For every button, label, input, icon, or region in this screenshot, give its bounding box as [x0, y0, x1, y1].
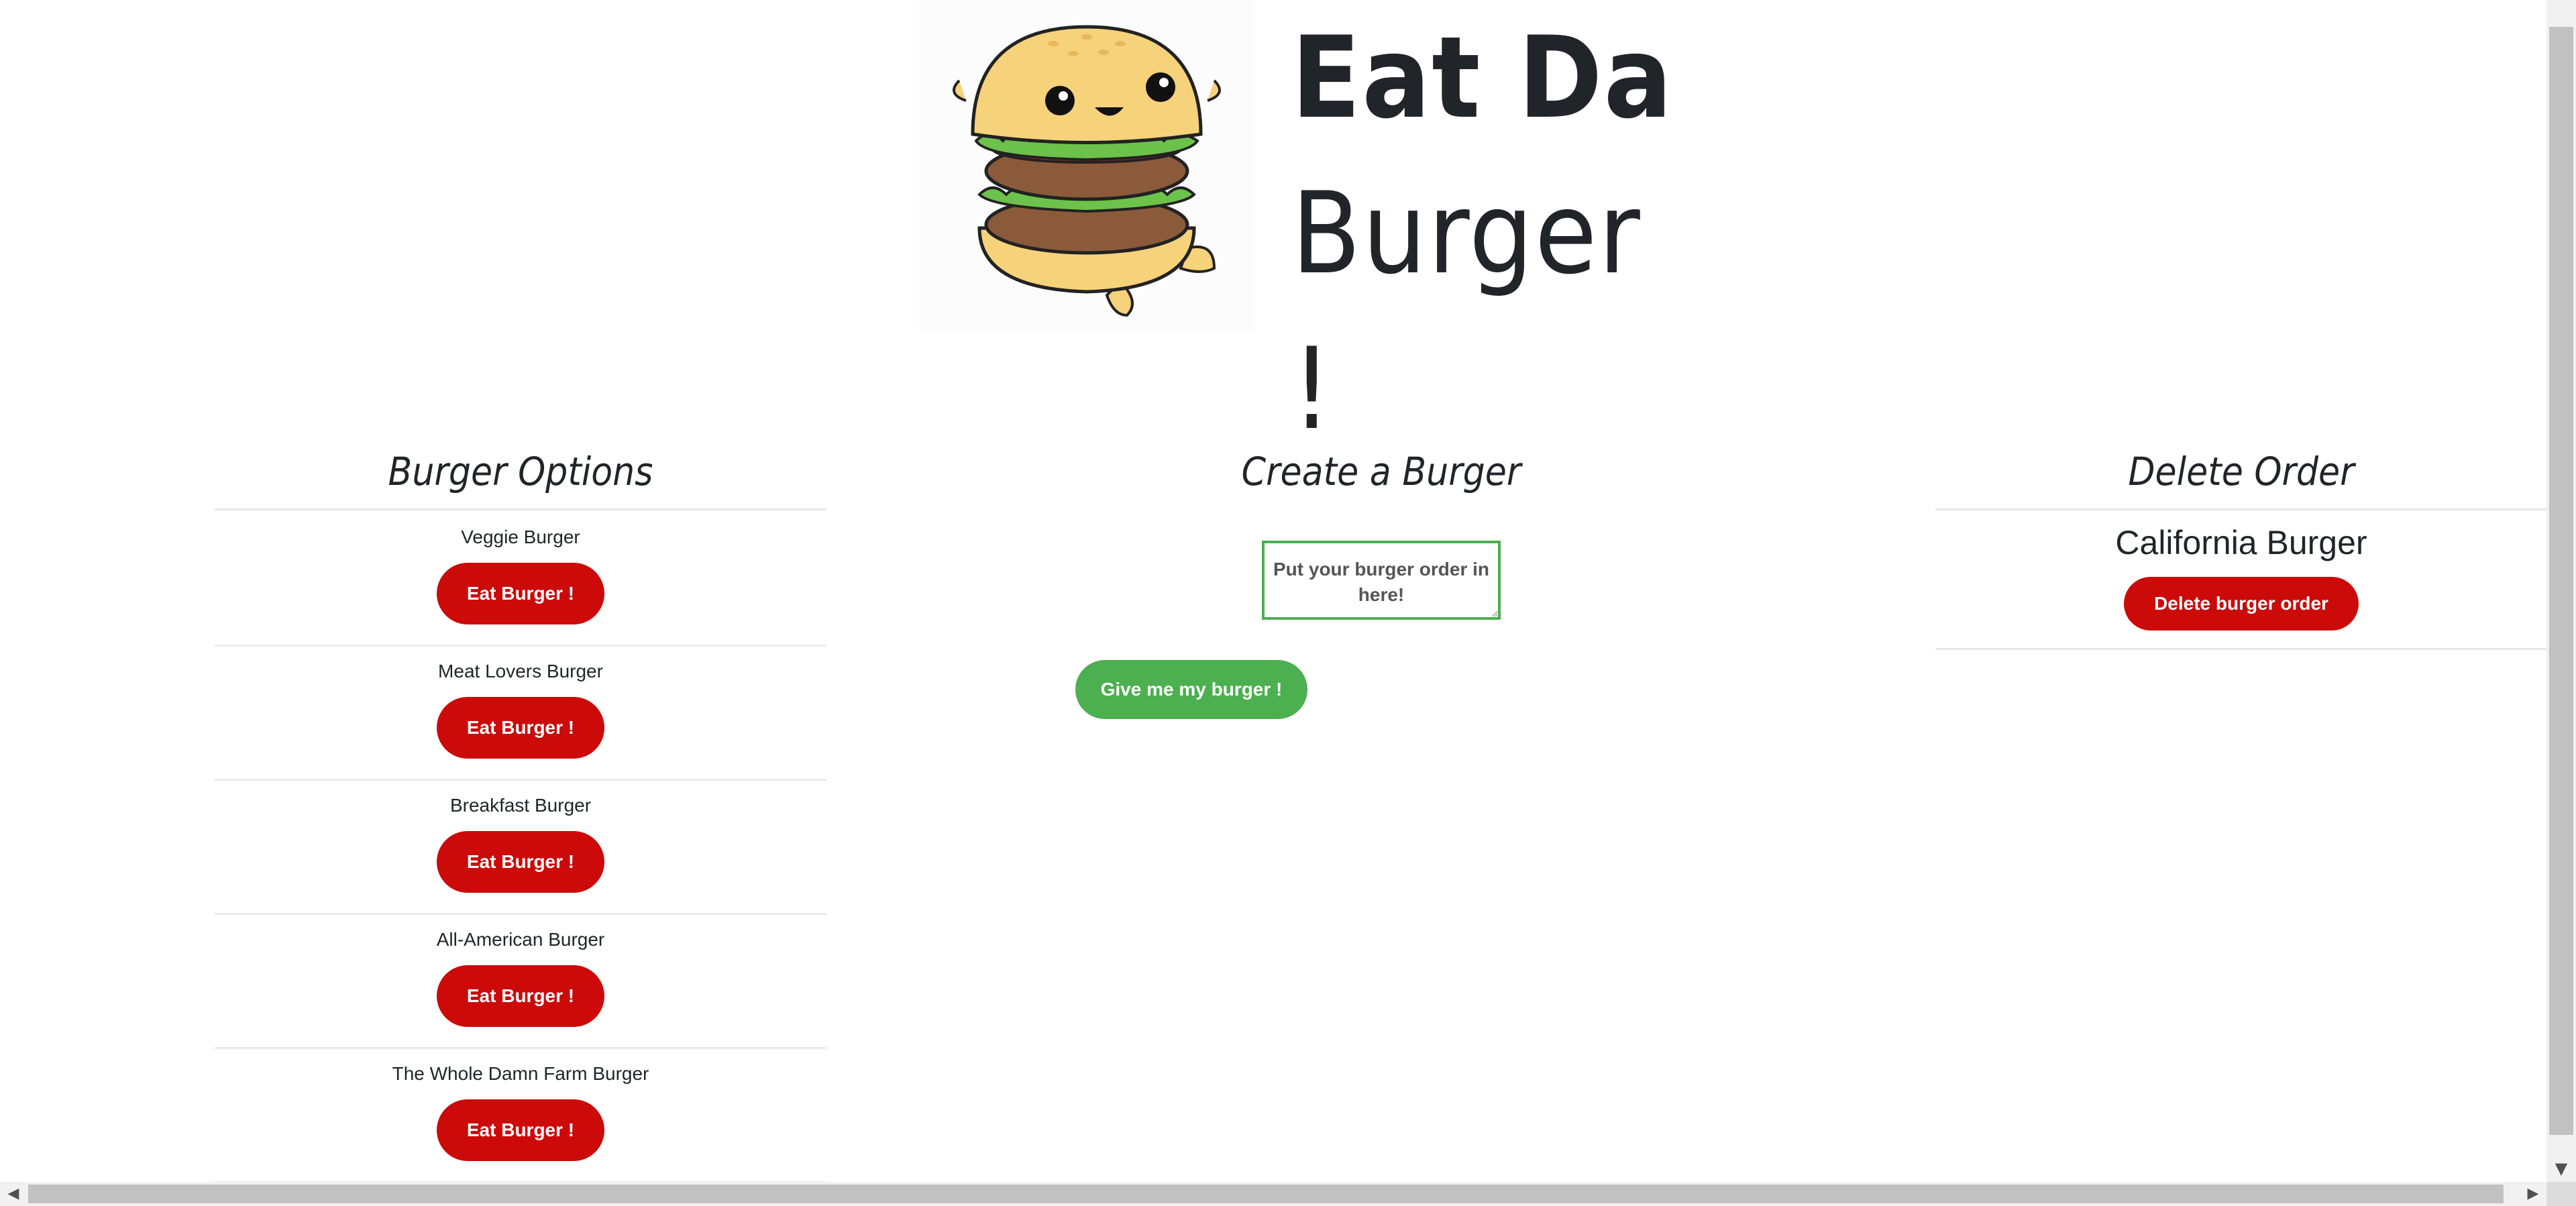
vertical-scrollbar[interactable]: ▼: [2546, 0, 2576, 1182]
site-title: Eat Da Burger !: [1291, 0, 1694, 467]
scroll-down-arrow-icon[interactable]: ▼: [2546, 1155, 2576, 1182]
divider: [1935, 508, 2547, 510]
list-item: Veggie Burger Eat Burger !: [215, 510, 826, 647]
page: Eat Da Burger ! Burger Options Veggie Bu…: [0, 0, 2576, 1206]
eat-burger-button[interactable]: Eat Burger !: [437, 831, 604, 893]
eat-burger-button[interactable]: Eat Burger !: [437, 697, 604, 759]
burger-name: Meat Lovers Burger: [438, 661, 603, 681]
burger-name: The Whole Damn Farm Burger: [392, 1063, 649, 1084]
vertical-scrollbar-thumb[interactable]: [2549, 27, 2573, 1135]
burger-name: All-American Burger: [436, 929, 605, 950]
burger-order-input[interactable]: [1262, 541, 1501, 620]
scroll-right-arrow-icon[interactable]: ▶: [2520, 1182, 2546, 1206]
ordered-burger-name: California Burger: [2115, 524, 2367, 561]
list-item: Meat Lovers Burger Eat Burger !: [215, 645, 826, 781]
eat-burger-button[interactable]: Eat Burger !: [437, 965, 604, 1027]
burger-mascot-icon: [919, 0, 1254, 332]
eat-burger-button[interactable]: Eat Burger !: [437, 563, 604, 624]
list-item: All-American Burger Eat Burger !: [215, 913, 826, 1049]
site-title-line-2: Burger !: [1291, 168, 1642, 455]
delete-order-heading: Delete Order: [2128, 449, 2355, 494]
list-item: The Whole Damn Farm Burger Eat Burger !: [215, 1047, 826, 1183]
give-me-my-burger-button[interactable]: Give me my burger !: [1075, 660, 1307, 719]
burger-name: Veggie Burger: [461, 527, 580, 547]
scrollbar-corner: [2546, 1182, 2576, 1206]
burger-name: Breakfast Burger: [449, 795, 592, 816]
scroll-left-arrow-icon[interactable]: ◀: [0, 1182, 27, 1206]
site-title-line-1: Eat Da: [1291, 12, 1674, 144]
burger-options-heading: Burger Options: [388, 449, 653, 494]
list-item: Breakfast Burger Eat Burger !: [215, 779, 826, 915]
create-burger-heading: Create a Burger: [1241, 449, 1521, 494]
divider: [1935, 648, 2547, 650]
eat-burger-button[interactable]: Eat Burger !: [437, 1099, 604, 1161]
horizontal-scrollbar[interactable]: ◀ ▶: [0, 1182, 2546, 1206]
horizontal-scrollbar-thumb[interactable]: [28, 1185, 2504, 1203]
delete-burger-order-button[interactable]: Delete burger order: [2124, 577, 2359, 631]
